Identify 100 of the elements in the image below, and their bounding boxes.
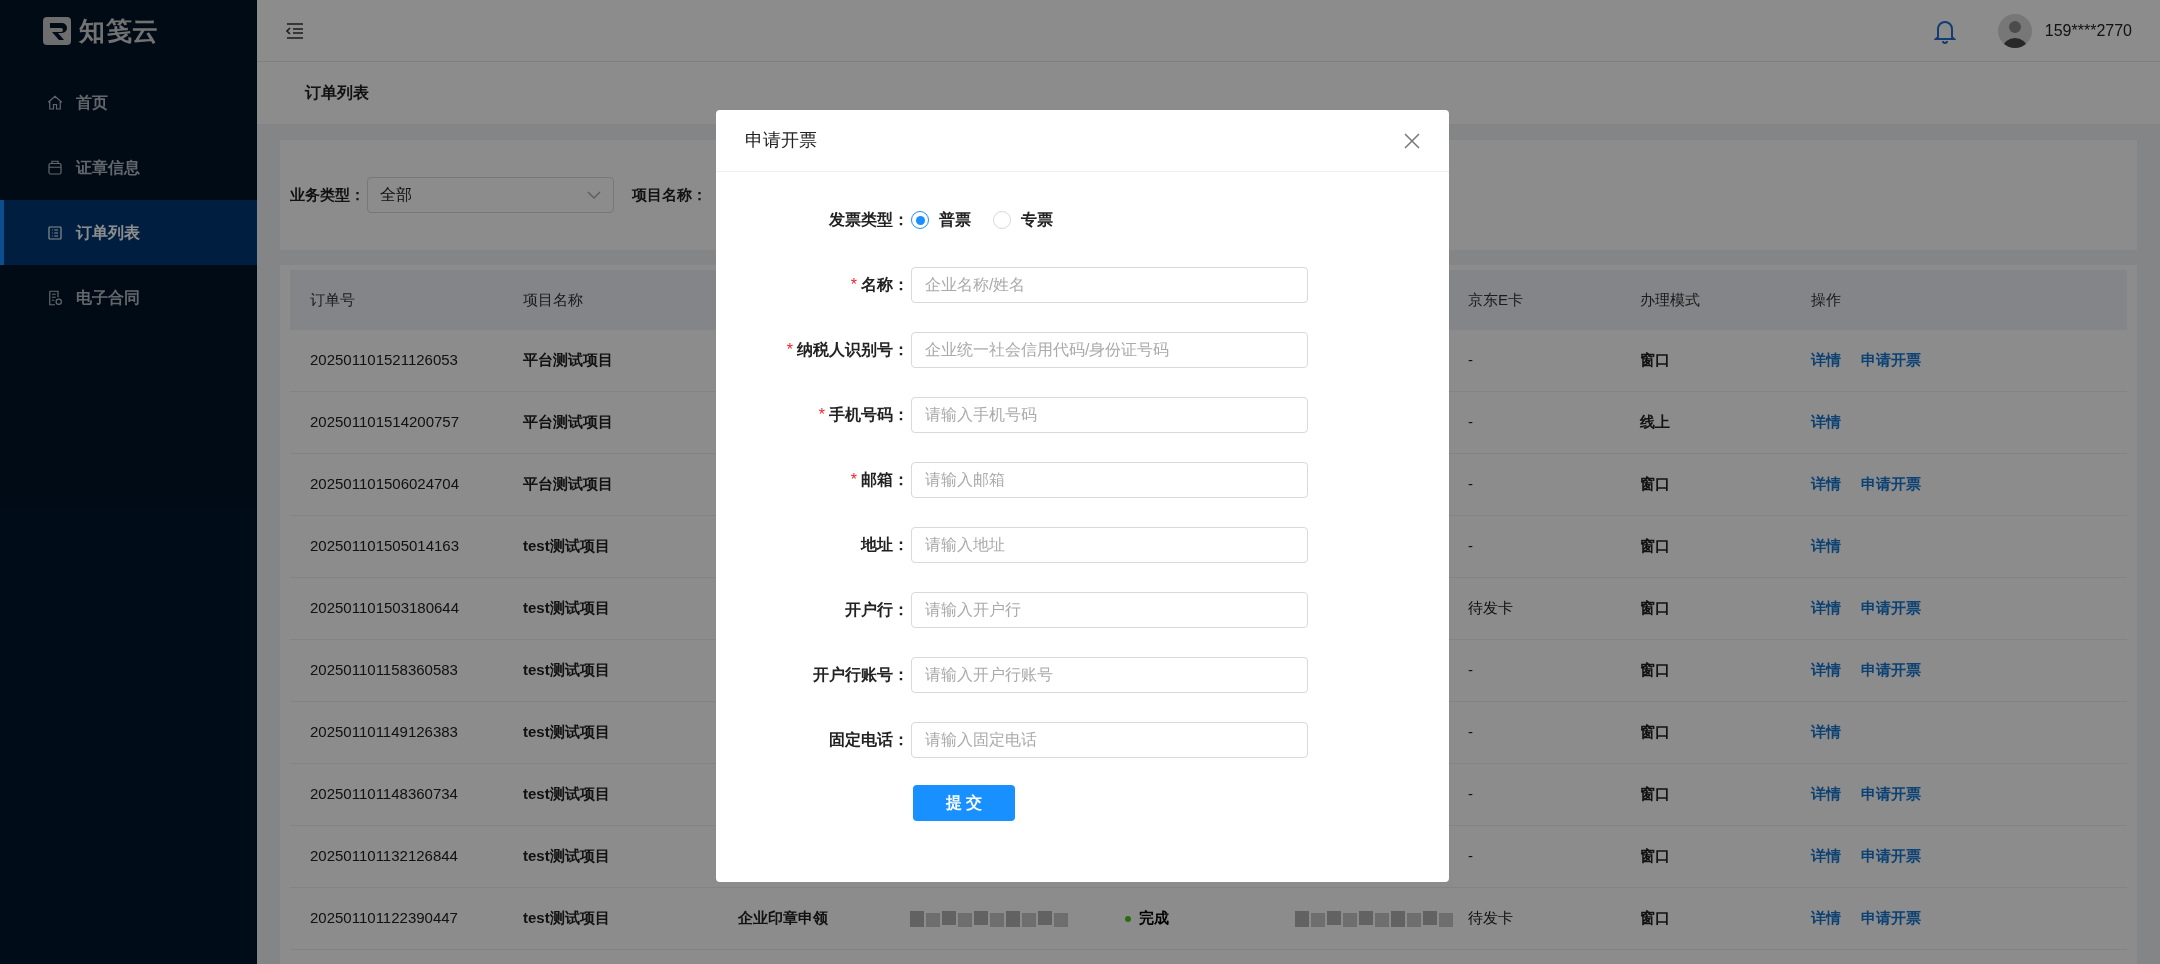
table-cell-text: test测试项目 [523, 536, 610, 557]
form-label: 开户行： [845, 600, 909, 620]
status-text: 完成 [1139, 908, 1169, 929]
table-cell-text: 202501101122390447 [310, 908, 458, 929]
dialog-title: 申请开票 [745, 129, 817, 152]
table-cell-text: - [1468, 412, 1473, 433]
table-cell-text: 窗口 [1640, 598, 1670, 619]
input-field[interactable]: 请输入邮箱 [911, 462, 1308, 498]
table-cell-text: - [1468, 474, 1473, 495]
input-field[interactable]: 请输入开户行 [911, 592, 1308, 628]
row-action-link[interactable]: 详情 [1811, 411, 1841, 434]
row-action-link[interactable]: 详情 [1811, 721, 1841, 744]
column-header: 操作 [1811, 289, 1841, 310]
sidebar-item[interactable]: 电子合同 [0, 265, 257, 330]
table-cell-text: test测试项目 [523, 598, 610, 619]
table-cell-text: 202501101514200757 [310, 412, 460, 433]
row-action-link[interactable]: 详情 [1811, 659, 1841, 682]
seal-icon [46, 158, 64, 177]
table-cell-text: 窗口 [1640, 784, 1670, 805]
form-label: 固定电话： [829, 730, 909, 750]
submit-button[interactable]: 提 交 [913, 785, 1015, 821]
table-cell-text: 202501101503180644 [310, 598, 460, 619]
input-field[interactable]: 企业名称/姓名 [911, 267, 1308, 303]
table-cell-text: - [1468, 722, 1473, 743]
menu-fold-icon[interactable] [285, 21, 305, 40]
row-action-link[interactable]: 详情 [1811, 349, 1841, 372]
form-label: 纳税人识别号： [797, 340, 909, 360]
table-cell-text: - [1468, 536, 1473, 557]
table-cell-text: 窗口 [1640, 350, 1670, 371]
invoice-type-radio[interactable]: 专票 [993, 208, 1053, 232]
table-cell-text: - [1468, 846, 1473, 867]
table-cell-text: 窗口 [1640, 722, 1670, 743]
row-action-link[interactable]: 申请开票 [1861, 845, 1921, 868]
table-cell-text: 平台测试项目 [523, 412, 613, 433]
required-mark: * [786, 340, 793, 360]
form-label: 开户行账号： [813, 665, 909, 685]
table-cell-text: 待发卡 [1468, 908, 1513, 929]
page-title: 订单列表 [305, 83, 369, 103]
table-cell-text: 窗口 [1640, 846, 1670, 867]
list-icon [46, 223, 64, 242]
sidebar-item[interactable]: 首页 [0, 70, 257, 135]
sidebar-item[interactable]: 订单列表 [0, 200, 257, 265]
table-cell-text: 202501101148360734 [310, 784, 458, 805]
table-cell-text: - [1468, 784, 1473, 805]
required-mark: * [850, 275, 857, 295]
form-label: 发票类型： [829, 210, 909, 230]
input-field[interactable]: 请输入开户行账号 [911, 657, 1308, 693]
filter-label: 业务类型： [290, 184, 365, 205]
table-cell-text: test测试项目 [523, 846, 610, 867]
row-action-link[interactable]: 申请开票 [1861, 659, 1921, 682]
table-cell-text: 平台测试项目 [523, 474, 613, 495]
form-label: 地址： [861, 535, 909, 555]
table-cell-text: 202501101521126053 [310, 350, 458, 371]
document-icon [46, 288, 64, 307]
table-cell-text: test测试项目 [523, 908, 610, 929]
row-action-link[interactable]: 申请开票 [1861, 783, 1921, 806]
table-cell-text: 202501101505014163 [310, 536, 460, 557]
table-cell-text: test测试项目 [523, 660, 610, 681]
input-field[interactable]: 企业统一社会信用代码/身份证号码 [911, 332, 1308, 368]
input-field[interactable]: 请输入手机号码 [911, 397, 1308, 433]
required-mark: * [850, 470, 857, 490]
form-label: 邮箱： [861, 470, 909, 490]
input-field[interactable]: 请输入地址 [911, 527, 1308, 563]
table-cell-text: 企业印章申领 [738, 908, 828, 929]
row-action-link[interactable]: 申请开票 [1861, 473, 1921, 496]
form-label: 名称： [861, 275, 909, 295]
row-action-link[interactable]: 详情 [1811, 783, 1841, 806]
row-action-link[interactable]: 详情 [1811, 535, 1841, 558]
user-phone[interactable]: 159****2770 [2044, 18, 2132, 43]
row-action-link[interactable]: 详情 [1811, 597, 1841, 620]
home-icon [46, 93, 64, 112]
table-cell-text: - [1468, 660, 1473, 681]
row-action-link[interactable]: 详情 [1811, 907, 1841, 930]
row-action-link[interactable]: 详情 [1811, 473, 1841, 496]
table-cell-text: test测试项目 [523, 722, 610, 743]
invoice-type-radio[interactable]: 普票 [911, 208, 971, 232]
table-cell-text: 窗口 [1640, 660, 1670, 681]
row-action-link[interactable]: 申请开票 [1861, 349, 1921, 372]
table-cell-text: 窗口 [1640, 536, 1670, 557]
close-icon[interactable] [1404, 132, 1420, 149]
chevron-down-icon [587, 190, 601, 200]
table-cell-text: test测试项目 [523, 784, 610, 805]
input-field[interactable]: 请输入固定电话 [911, 722, 1308, 758]
filter-label: 项目名称： [632, 184, 707, 205]
column-header: 京东E卡 [1468, 289, 1523, 310]
table-cell-text: 202501101158360583 [310, 660, 458, 681]
column-header: 项目名称 [523, 289, 583, 310]
row-action-link[interactable]: 申请开票 [1861, 907, 1921, 930]
table-cell-text: 202501101506024704 [310, 474, 460, 495]
logo-icon [43, 17, 71, 45]
table-cell-text: 202501101149126383 [310, 722, 458, 743]
column-header: 办理模式 [1640, 289, 1700, 310]
business-type-select[interactable]: 全部 [367, 177, 614, 213]
sidebar-item[interactable]: 证章信息 [0, 135, 257, 200]
required-mark: * [818, 405, 825, 425]
table-cell-text: 平台测试项目 [523, 350, 613, 371]
row-action-link[interactable]: 详情 [1811, 845, 1841, 868]
column-header: 订单号 [310, 289, 355, 310]
row-action-link[interactable]: 申请开票 [1861, 597, 1921, 620]
user-avatar[interactable] [1997, 13, 2032, 48]
